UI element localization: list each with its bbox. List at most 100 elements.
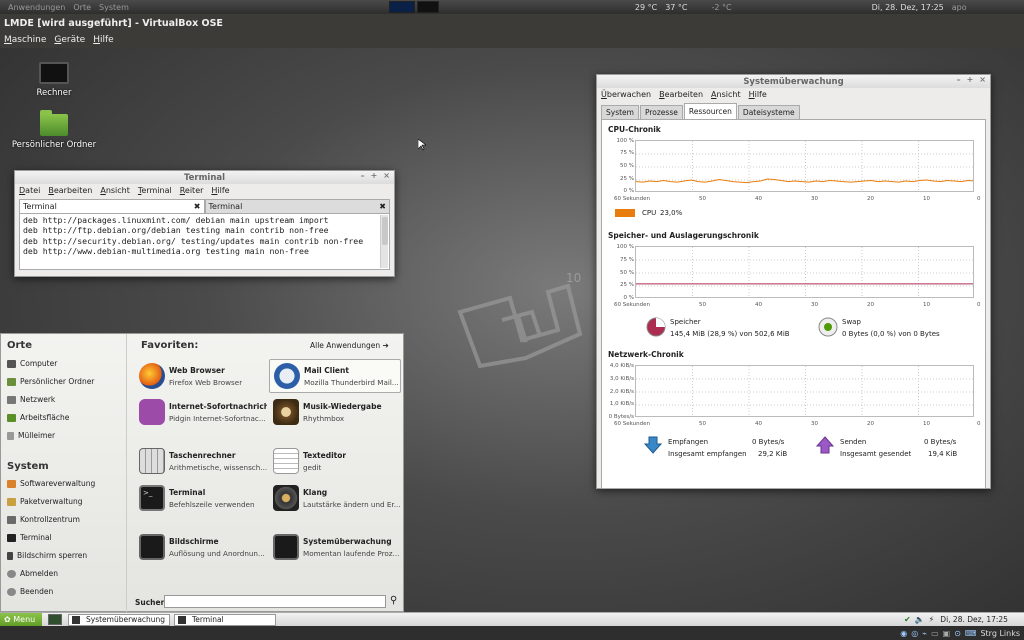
search-input[interactable] [164, 595, 386, 608]
fav-text-editor[interactable]: Texteditor gedit [269, 444, 401, 478]
task-system-monitor[interactable]: Systemüberwachung [68, 613, 170, 626]
desktop-icon-computer[interactable]: Rechner [28, 62, 80, 98]
place-home[interactable]: Persönlicher Ordner [7, 377, 94, 386]
guest-clock[interactable]: Di, 28. Dez, 17:25 [940, 615, 1008, 624]
fav-sound[interactable]: Klang Lautstärke ändern und Er... [269, 481, 401, 515]
system-terminal[interactable]: Terminal [7, 533, 52, 542]
download-arrow-icon[interactable] [644, 436, 662, 454]
task-terminal[interactable]: Terminal [174, 613, 276, 626]
close-tab-icon[interactable]: ✖ [379, 202, 386, 211]
x-tick: 50 [699, 196, 706, 202]
received-total-label: Insgesamt empfangen [668, 450, 747, 458]
close-icon[interactable]: × [979, 75, 986, 84]
system-logout[interactable]: Abmelden [7, 569, 58, 578]
system-lock-screen[interactable]: Bildschirm sperren [7, 551, 87, 560]
place-desktop[interactable]: Arbeitsfläche [7, 413, 69, 422]
fav-music-player[interactable]: Musik-Wiedergabe Rhythmbox [269, 395, 401, 429]
system-shutdown[interactable]: Beenden [7, 587, 53, 596]
place-network[interactable]: Netzwerk [7, 395, 55, 404]
host-menu-orte[interactable]: Orte [73, 3, 91, 12]
sysmon-titlebar[interactable]: Systemüberwachung – + × [597, 75, 990, 88]
cpu-color-swatch[interactable] [615, 209, 635, 217]
minimize-icon[interactable]: – [361, 171, 365, 180]
menu-hilfe[interactable]: Hilfe [749, 90, 767, 99]
place-computer[interactable]: Computer [7, 359, 57, 368]
host-user[interactable]: apo [952, 3, 967, 12]
all-applications-button[interactable]: Alle Anwendungen ➔ [310, 341, 389, 350]
menu-datei[interactable]: Datei [19, 186, 40, 195]
system-software-manager[interactable]: Softwareverwaltung [7, 479, 95, 488]
memory-pie-icon[interactable] [646, 317, 666, 337]
fav-subtitle: Lautstärke ändern und Er... [303, 499, 401, 509]
fav-title: Texteditor [303, 450, 347, 460]
vbox-menu-maschine[interactable]: Maschine [4, 35, 46, 45]
pidgin-icon [139, 399, 165, 425]
network-history-title: Netzwerk-Chronik [608, 350, 684, 359]
capture-icon[interactable]: ▣ [943, 629, 951, 638]
sysmon-menubar: Überwachen Bearbeiten Ansicht Hilfe [597, 88, 990, 101]
menu-button[interactable]: ✿ Menu [0, 612, 42, 627]
maximize-icon[interactable]: + [967, 75, 974, 84]
maximize-icon[interactable]: + [371, 171, 378, 180]
net-tick: 0 Bytes/s [608, 414, 634, 420]
minimize-icon[interactable]: – [957, 75, 961, 84]
tab-dateisysteme[interactable]: Dateisysteme [737, 105, 800, 119]
hdd-status-icon[interactable]: ◉ [900, 629, 907, 638]
menu-hilfe[interactable]: Hilfe [211, 186, 229, 195]
network-tray-icon[interactable]: ⚡ [929, 615, 935, 624]
x-tick: 60 Sekunden [614, 421, 650, 427]
menu-bearbeiten[interactable]: Bearbeiten [48, 186, 92, 195]
place-trash[interactable]: Mülleimer [7, 431, 55, 440]
tab-ressourcen[interactable]: Ressourcen [683, 103, 737, 119]
keyboard-icon[interactable]: ⌨ [965, 629, 977, 638]
shared-folder-icon[interactable]: ▭ [931, 629, 939, 638]
fav-terminal[interactable]: >_ Terminal Befehlszeile verwenden [135, 481, 267, 515]
cd-status-icon[interactable]: ◎ [911, 629, 918, 638]
close-icon[interactable]: × [383, 171, 390, 180]
system-control-center[interactable]: Kontrollzentrum [7, 515, 80, 524]
tab-prozesse[interactable]: Prozesse [639, 105, 683, 119]
fav-web-browser[interactable]: Web Browser Firefox Web Browser [135, 359, 267, 393]
fav-instant-messenger[interactable]: Internet-Sofortnachricht... Pidgin Intern… [135, 395, 267, 429]
home-folder-icon [40, 110, 68, 136]
menu-bearbeiten[interactable]: Bearbeiten [659, 90, 703, 99]
menu-left-column: Orte Computer Persönlicher Ordner Netzwe… [1, 334, 127, 613]
system-header: System [7, 461, 49, 472]
terminal-tab-2[interactable]: Terminal ✖ [204, 199, 390, 213]
upload-arrow-icon[interactable] [816, 436, 834, 454]
fav-mail-client[interactable]: Mail Client Mozilla Thunderbird Mail... [269, 359, 401, 393]
menu-ueberwachen[interactable]: Überwachen [601, 90, 651, 99]
terminal-output[interactable]: deb http://packages.linuxmint.com/ debia… [19, 213, 390, 270]
host-menu-anwendungen[interactable]: Anwendungen [8, 3, 65, 12]
x-tick: 10 [923, 302, 930, 308]
terminal-tab-1[interactable]: Terminal ✖ [19, 199, 205, 213]
terminal-titlebar[interactable]: Terminal – + × [15, 171, 394, 184]
search-icon[interactable]: ⚲ [390, 595, 397, 606]
host-menu-system[interactable]: System [99, 3, 129, 12]
terminal-scrollbar[interactable] [380, 215, 388, 268]
fav-subtitle: Firefox Web Browser [169, 377, 243, 387]
usb-status-icon[interactable]: ⌁ [922, 629, 927, 638]
menu-reiter[interactable]: Reiter [180, 186, 204, 195]
vbox-menu-hilfe[interactable]: Hilfe [93, 35, 114, 45]
show-desktop-icon[interactable] [48, 614, 62, 625]
fav-title: Bildschirme [169, 536, 219, 546]
menu-terminal[interactable]: Terminal [138, 186, 172, 195]
tab-system[interactable]: System [601, 105, 639, 119]
fav-displays[interactable]: Bildschirme Auflösung und Anordnun... [135, 530, 267, 564]
menu-ansicht[interactable]: Ansicht [100, 186, 130, 195]
close-tab-icon[interactable]: ✖ [194, 202, 201, 211]
host-clock[interactable]: Di, 28. Dez, 17:25 [872, 3, 944, 12]
svg-text:10: 10 [566, 271, 581, 285]
mouse-integration-icon[interactable]: ⊙ [954, 629, 961, 638]
system-package-manager[interactable]: Paketverwaltung [7, 497, 83, 506]
swap-pie-icon[interactable] [818, 317, 838, 337]
update-icon[interactable]: ✔ [904, 615, 911, 624]
fav-system-monitor[interactable]: Systemüberwachung Momentan laufende Proz.… [269, 530, 401, 564]
menu-ansicht[interactable]: Ansicht [711, 90, 741, 99]
guest-bottom-panel: ✿ Menu Systemüberwachung Terminal ✔ 🔈 ⚡ … [0, 612, 1024, 627]
vbox-menu-geraete[interactable]: Geräte [54, 35, 85, 45]
fav-calculator[interactable]: Taschenrechner Arithmetische, wissensch..… [135, 444, 267, 478]
desktop-icon-home[interactable]: Persönlicher Ordner [10, 110, 98, 150]
volume-icon[interactable]: 🔈 [915, 615, 925, 624]
